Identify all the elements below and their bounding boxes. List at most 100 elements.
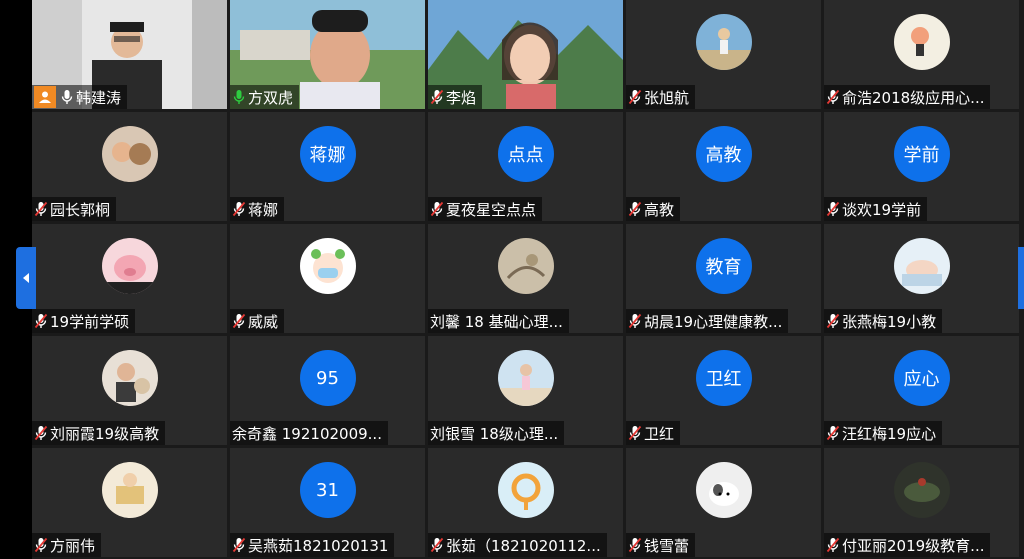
chevron-left-icon — [23, 273, 29, 283]
participant-name-bar: 李焰 — [428, 85, 483, 109]
participant-name: 张旭航 — [644, 88, 690, 107]
participant-tile[interactable]: 点点 夏夜星空点点 — [428, 112, 623, 221]
participant-tile[interactable]: 园长郭桐 — [32, 112, 227, 221]
participant-name: 钱雪蕾 — [644, 536, 690, 555]
participant-tile[interactable]: 卫红 卫红 — [626, 336, 821, 445]
participant-name: 夏夜星空点点 — [446, 200, 537, 219]
participant-tile[interactable]: 方双虎 — [230, 0, 425, 109]
participant-name-bar: 方双虎 — [230, 85, 300, 109]
profile-photo-avatar — [497, 462, 554, 518]
participant-name: 方双虎 — [248, 88, 294, 107]
participant-name: 方丽伟 — [50, 536, 96, 555]
participant-name-bar: 吴燕茹1821020131 — [230, 533, 395, 557]
mic-muted-icon — [232, 201, 246, 217]
participant-name-bar: 俞浩2018级应用心... — [824, 85, 991, 109]
participant-name: 蒋娜 — [248, 200, 279, 219]
participant-name-bar: 刘银雪 18级心理... — [428, 421, 565, 445]
participant-name: 张燕梅19小教 — [842, 312, 937, 331]
participant-name-bar: 韩建涛 — [32, 85, 128, 109]
initials-avatar: 蒋娜 — [299, 126, 356, 182]
mic-muted-icon — [826, 201, 840, 217]
participant-name-bar: 19学前学硕 — [32, 309, 136, 333]
participant-tile[interactable]: 张燕梅19小教 — [824, 224, 1019, 333]
participant-tile[interactable]: 方丽伟 — [32, 448, 227, 557]
mic-muted-icon — [34, 201, 48, 217]
participant-tile[interactable]: 张茹（1821020112... — [428, 448, 623, 557]
mic-muted-icon — [826, 313, 840, 329]
participant-tile[interactable]: 刘银雪 18级心理... — [428, 336, 623, 445]
participant-tile[interactable]: 95 余奇鑫 192102009... — [230, 336, 425, 445]
mic-muted-icon — [34, 313, 48, 329]
participant-name-bar: 方丽伟 — [32, 533, 102, 557]
participant-name: 19学前学硕 — [50, 312, 130, 331]
participant-name-bar: 刘馨 18 基础心理... — [428, 309, 569, 333]
participant-name-bar: 汪红梅19应心 — [824, 421, 943, 445]
profile-photo-avatar — [101, 126, 158, 182]
profile-photo-avatar — [299, 238, 356, 294]
participant-tile[interactable]: 教育胡晨19心理健康教... — [626, 224, 821, 333]
participant-tile[interactable]: 钱雪蕾 — [626, 448, 821, 557]
mic-muted-icon — [826, 89, 840, 105]
participant-name-bar: 威威 — [230, 309, 285, 333]
participant-tile[interactable]: 刘丽霞19级高教 — [32, 336, 227, 445]
profile-photo-avatar — [101, 462, 158, 518]
prev-page-button[interactable] — [16, 247, 36, 309]
participant-tile[interactable]: 31 吴燕茹1821020131 — [230, 448, 425, 557]
mic-muted-icon — [826, 537, 840, 553]
participant-tile[interactable]: 学前 谈欢19学前 — [824, 112, 1019, 221]
participant-tile[interactable]: 张旭航 — [626, 0, 821, 109]
participant-name-bar: 胡晨19心理健康教... — [626, 309, 789, 333]
participant-name: 刘馨 18 基础心理... — [430, 312, 563, 331]
mic-muted-icon — [232, 537, 246, 553]
profile-photo-avatar — [497, 350, 554, 406]
participant-name: 汪红梅19应心 — [842, 424, 937, 443]
participant-tile[interactable]: 李焰 — [428, 0, 623, 109]
participant-tile[interactable]: 蒋娜 蒋娜 — [230, 112, 425, 221]
mic-icon — [233, 90, 245, 104]
participant-name: 俞浩2018级应用心... — [842, 88, 985, 107]
participant-tile[interactable]: 刘馨 18 基础心理... — [428, 224, 623, 333]
participant-tile[interactable]: 高教 高教 — [626, 112, 821, 221]
host-person-icon — [34, 86, 56, 108]
participant-name: 威威 — [248, 312, 279, 331]
mic-muted-icon — [232, 313, 246, 329]
participant-tile[interactable]: 俞浩2018级应用心... — [824, 0, 1019, 109]
participant-name: 园长郭桐 — [50, 200, 111, 219]
participant-name-bar: 高教 — [626, 197, 681, 221]
mic-muted-icon — [628, 313, 642, 329]
gallery-grid: 韩建涛 方双虎 李焰 张旭航 俞浩2018级应用心... 园长郭桐 蒋娜 蒋娜 点点 夏夜星空点点… — [32, 0, 1020, 559]
profile-photo-avatar — [497, 238, 554, 294]
participant-name: 刘银雪 18级心理... — [430, 424, 559, 443]
participant-name-bar: 付亚丽2019级教育... — [824, 533, 991, 557]
next-page-button[interactable] — [1018, 247, 1024, 309]
participant-name: 张茹（1821020112... — [446, 536, 601, 555]
participant-name: 余奇鑫 192102009... — [232, 424, 382, 443]
participant-tile[interactable]: 19学前学硕 — [32, 224, 227, 333]
profile-photo-avatar — [893, 238, 950, 294]
participant-name-bar: 蒋娜 — [230, 197, 285, 221]
initials-avatar: 高教 — [695, 126, 752, 182]
mic-muted-icon — [826, 425, 840, 441]
initials-avatar: 教育 — [695, 238, 752, 294]
participant-name: 卫红 — [644, 424, 675, 443]
mic-icon — [61, 90, 73, 104]
participant-name: 李焰 — [446, 88, 477, 107]
participant-name-bar: 刘丽霞19级高教 — [32, 421, 166, 445]
participant-name-bar: 钱雪蕾 — [626, 533, 696, 557]
participant-tile[interactable]: 韩建涛 — [32, 0, 227, 109]
participant-name: 吴燕茹1821020131 — [248, 536, 389, 555]
participant-name-bar: 园长郭桐 — [32, 197, 117, 221]
initials-avatar: 应心 — [893, 350, 950, 406]
profile-photo-avatar — [695, 462, 752, 518]
participant-name-bar: 卫红 — [626, 421, 681, 445]
mic-muted-icon — [628, 425, 642, 441]
initials-avatar: 卫红 — [695, 350, 752, 406]
participant-tile[interactable]: 应心汪红梅19应心 — [824, 336, 1019, 445]
participant-tile[interactable]: 付亚丽2019级教育... — [824, 448, 1019, 557]
participant-name-bar: 谈欢19学前 — [824, 197, 928, 221]
participant-tile[interactable]: 威威 — [230, 224, 425, 333]
mic-muted-icon — [628, 201, 642, 217]
mic-muted-icon — [430, 89, 444, 105]
profile-photo-avatar — [893, 462, 950, 518]
mic-muted-icon — [628, 89, 642, 105]
